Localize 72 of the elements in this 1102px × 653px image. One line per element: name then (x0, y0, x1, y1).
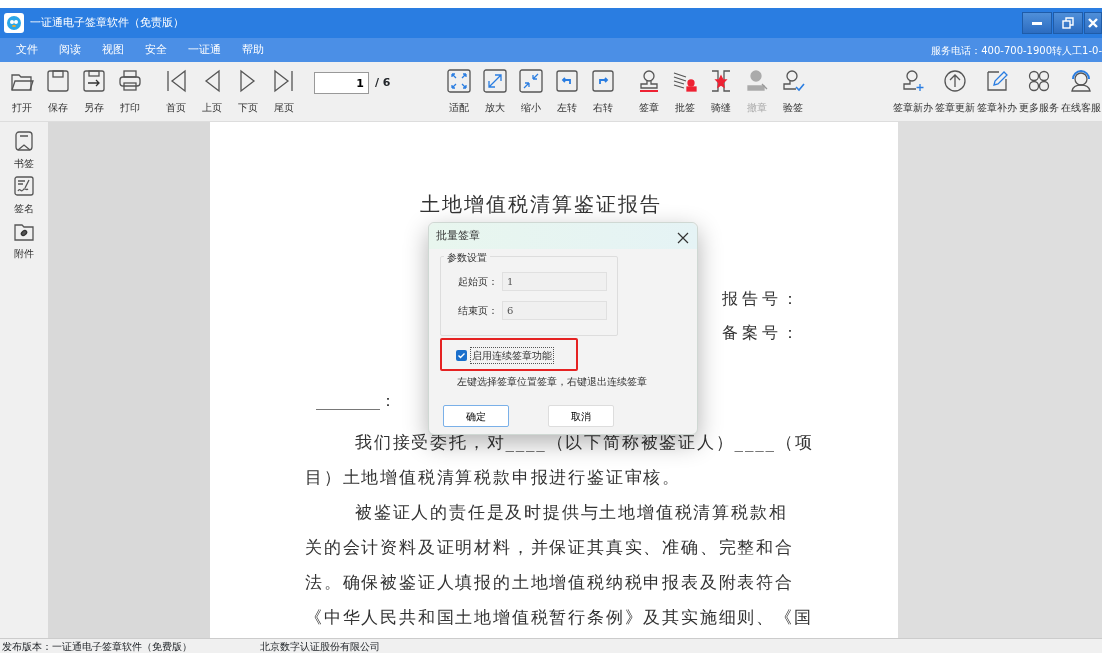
toolbar-button[interactable]: 签章补办 (976, 68, 1018, 115)
field-label: 结束页： (458, 304, 498, 318)
signature-icon (13, 175, 35, 197)
toolbar-button[interactable]: 验签 (774, 68, 811, 115)
zoom-out-icon (517, 68, 544, 94)
group-title: 参数设置 (444, 250, 490, 265)
toolbar-button[interactable]: 打印 (112, 68, 148, 115)
document-title: 土地增值税清算鉴证报告 (420, 192, 663, 216)
restore-icon (1062, 17, 1074, 29)
document-text-line: 法。确保被鉴证人填报的土地增值税纳税申报表及附表符合 (305, 571, 794, 594)
toolbar-button[interactable]: 上页 (194, 68, 230, 115)
minimize-button[interactable] (1022, 12, 1052, 34)
four-leaf-icon (1026, 68, 1052, 94)
ok-button[interactable]: 确定 (443, 405, 509, 427)
toolbar-button[interactable]: 左转 (548, 68, 585, 115)
toolbar-button[interactable]: 适配 (440, 68, 477, 115)
toolbar-button[interactable]: 缩小 (512, 68, 549, 115)
document-text-line: 《中华人民共和国土地增值税暂行条例》及其实施细则、《国 (305, 606, 813, 629)
version-text: 发布版本：一证通电子签章软件（免费版） (2, 639, 192, 653)
toolbar-button[interactable]: 在线客服 (1060, 68, 1102, 115)
headset-icon (1068, 68, 1094, 94)
sidebar-tab[interactable]: 签名 (13, 175, 35, 216)
app-logo-icon (4, 13, 24, 33)
page-total-text: / 6 (375, 74, 391, 91)
bookmark-icon (13, 130, 35, 152)
stamp-plus-icon (900, 68, 926, 94)
toolbar-button[interactable]: 签章更新 (934, 68, 976, 115)
close-icon (677, 232, 689, 244)
report-number-label: 报告号： (722, 288, 803, 310)
document-text-line: 被鉴证人的责任是及时提供与土地增值税清算税款相 (354, 501, 788, 524)
printer-icon (117, 68, 143, 94)
toolbar-button[interactable]: 下页 (230, 68, 266, 115)
toolbar-button[interactable]: 打开 (4, 68, 40, 115)
document-text-line: 关的会计资料及证明材料，并保证其真实、准确、完整和合 (305, 536, 794, 559)
toolbar-button[interactable]: 签章新办 (892, 68, 934, 115)
cancel-button[interactable]: 取消 (548, 405, 614, 427)
toolbar-button[interactable]: 放大 (476, 68, 513, 115)
close-button[interactable] (1084, 12, 1102, 34)
restore-button[interactable] (1053, 12, 1083, 34)
edit-icon (984, 68, 1010, 94)
document-text-line: 目）土地增值税清算税款申报进行鉴证审核。 (305, 466, 681, 489)
page-field[interactable]: 6 (502, 301, 607, 320)
toolbar-button[interactable]: 另存 (76, 68, 112, 115)
fit-icon (445, 68, 472, 94)
upload-circle-icon (942, 68, 968, 94)
company-text: 北京数字认证股份有限公司 (260, 639, 380, 653)
zoom-in-icon (481, 68, 508, 94)
addressee-line: ________： (316, 390, 397, 412)
rotate-left-icon (553, 68, 580, 94)
record-number-label: 备案号： (722, 322, 803, 344)
toolbar-button[interactable]: 尾页 (266, 68, 302, 115)
service-phone-text: 服务电话：400-700-1900转人工1-0- (931, 43, 1102, 58)
toolbar-button[interactable]: 更多服务 (1018, 68, 1060, 115)
rotate-right-icon (589, 68, 616, 94)
close-icon (1087, 17, 1099, 29)
hint-text: 左键选择签章位置签章，右键退出连续签章 (457, 375, 647, 389)
window-title: 一证通电子签章软件（免责版） (30, 14, 184, 31)
toolbar-button[interactable]: 骑缝 (702, 68, 739, 115)
close-button[interactable] (677, 230, 689, 242)
toolbar-button[interactable]: 首页 (158, 68, 194, 115)
toolbar-button[interactable]: 批签 (666, 68, 703, 115)
toolbar-button[interactable]: 右转 (584, 68, 621, 115)
toolbar-button[interactable]: 保存 (40, 68, 76, 115)
dialog-title: 批量签章 (436, 227, 480, 244)
toolbar-button[interactable]: 签章 (630, 68, 667, 115)
field-label: 起始页： (458, 275, 498, 289)
page-field[interactable]: 1 (502, 272, 607, 291)
sidebar-tab[interactable]: 附件 (13, 220, 35, 261)
checkbox-label[interactable]: 启用连续签章功能 (470, 347, 554, 364)
sidebar-tab[interactable]: 书签 (13, 130, 35, 171)
page-number-field[interactable]: 1 (314, 72, 369, 94)
checkbox[interactable] (456, 350, 467, 361)
